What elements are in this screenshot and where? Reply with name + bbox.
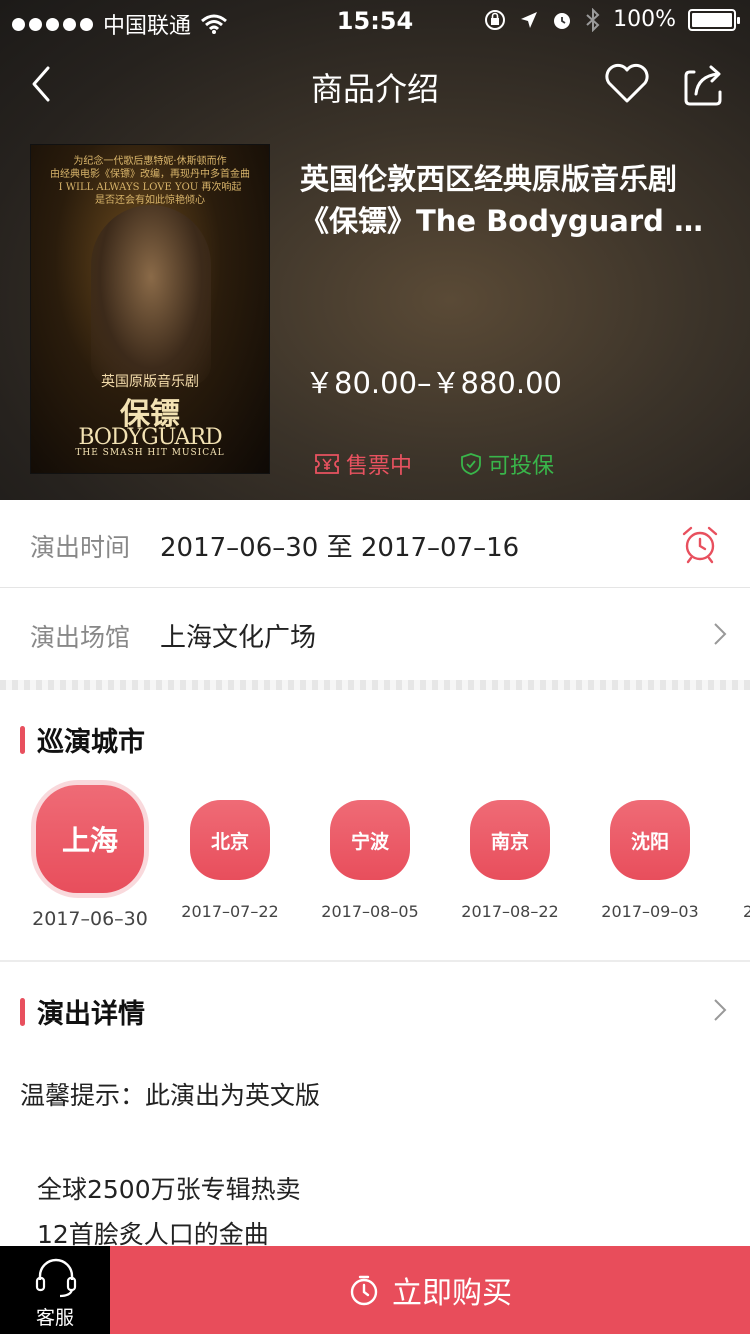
- ticket-icon: [315, 454, 339, 474]
- bottom-bar: 客服 立即购买: [0, 1246, 750, 1334]
- city-date: 2017–08–05: [321, 902, 419, 921]
- poster-figure: [91, 205, 211, 385]
- poster-tagline: 为纪念一代歌后惠特妮·休斯顿而作 由经典电影《保镖》改编，再现丹中多首金曲 I …: [50, 156, 250, 206]
- share-icon[interactable]: [680, 60, 728, 108]
- poster-image[interactable]: 为纪念一代歌后惠特妮·休斯顿而作 由经典电影《保镖》改编，再现丹中多首金曲 I …: [30, 144, 270, 474]
- status-bar: 中国联通 15:54 100%: [0, 0, 750, 40]
- price-range: ￥80.00–￥880.00: [305, 366, 562, 400]
- poster-en-title: BODYGUARD THE SMASH HIT MUSICAL: [75, 425, 225, 458]
- insurable-badge: 可投保: [460, 448, 554, 480]
- nav-bar: 商品介绍: [0, 50, 750, 120]
- city-item-nanjing[interactable]: 南京 2017–08–22: [450, 800, 570, 921]
- venue-label: 演出场馆: [30, 623, 131, 652]
- city-bubble: 上海: [36, 785, 144, 893]
- venue-value: 上海文化广场: [160, 623, 317, 653]
- city-item-ningbo[interactable]: 宁波 2017–08–05: [310, 800, 430, 921]
- city-date: 2017–06–30: [32, 908, 148, 930]
- city-bubble: 南京: [470, 800, 550, 880]
- product-title-line2: 《保镖》The Bodyguard M...: [300, 204, 720, 238]
- timer-icon: [350, 1275, 378, 1306]
- alarm-clock-icon[interactable]: [680, 524, 720, 564]
- city-bubble: 北京: [190, 800, 270, 880]
- tour-city-list: 上海 2017–06–30 北京 2017–07–22 宁波 2017–08–0…: [0, 780, 750, 940]
- product-title-line1: 英国伦敦西区经典原版音乐剧: [300, 162, 678, 196]
- section-divider: [0, 960, 750, 962]
- battery-icon: [688, 8, 740, 31]
- city-bubble: 宁波: [330, 800, 410, 880]
- show-time-row: 演出时间 2017–06–30 至 2017–07–16: [0, 500, 750, 588]
- buy-now-label: 立即购买: [392, 1276, 512, 1311]
- battery-percent: 100%: [613, 7, 676, 32]
- details-section-title: 演出详情: [37, 999, 145, 1030]
- city-date: 2017–07–22: [181, 902, 279, 921]
- city-item-partial: 2: [743, 902, 750, 921]
- city-bubble: 沈阳: [610, 800, 690, 880]
- city-item-beijing[interactable]: 北京 2017–07–22: [170, 800, 290, 921]
- city-item-shenyang[interactable]: 沈阳 2017–09–03: [590, 800, 710, 921]
- buy-now-button[interactable]: 立即购买: [110, 1246, 750, 1334]
- customer-service-label: 客服: [35, 1307, 74, 1329]
- section-accent-bar: [20, 997, 25, 1026]
- venue-row[interactable]: 演出场馆 上海文化广场: [0, 590, 750, 678]
- city-date: 2017–09–03: [601, 902, 699, 921]
- section-accent-bar: [20, 725, 25, 754]
- bluetooth-icon: [586, 7, 600, 32]
- status-tags: 售票中 可投保: [314, 448, 554, 480]
- city-bubble-active-ring: 上海: [31, 780, 149, 898]
- section-divider: [0, 680, 750, 690]
- tour-section-title: 巡演城市: [37, 727, 145, 758]
- show-time-label: 演出时间: [30, 533, 131, 562]
- location-icon: [521, 11, 538, 28]
- chevron-right-icon[interactable]: [712, 996, 728, 1024]
- product-title: 英国伦敦西区经典原版音乐剧 《保镖》The Bodyguard M...: [300, 158, 720, 242]
- alarm-status-icon: [554, 12, 571, 29]
- details-tip: 温馨提示：此演出为英文版: [20, 1081, 321, 1110]
- details-line: 全球2500万张专辑热卖: [37, 1175, 301, 1204]
- show-time-value: 2017–06–30 至 2017–07–16: [160, 533, 520, 563]
- hero-header: 中国联通 15:54 100% 商品介绍 为纪念一代歌后惠特妮·休斯顿而作 由经…: [0, 0, 750, 500]
- headset-icon: [35, 1258, 77, 1298]
- rotation-lock-icon: [485, 9, 506, 30]
- chevron-right-icon: [714, 623, 727, 645]
- customer-service-button[interactable]: 客服: [0, 1246, 110, 1334]
- poster-subtitle: 英国原版音乐剧: [101, 374, 199, 390]
- tour-section-header: 巡演城市: [20, 720, 145, 759]
- heart-icon[interactable]: [602, 58, 652, 108]
- details-section-header[interactable]: 演出详情: [20, 992, 145, 1031]
- on-sale-badge: 售票中: [314, 448, 412, 480]
- shield-icon: [461, 453, 481, 475]
- city-item-shanghai[interactable]: 上海 2017–06–30: [24, 780, 156, 930]
- city-date: 2017–08–22: [461, 902, 559, 921]
